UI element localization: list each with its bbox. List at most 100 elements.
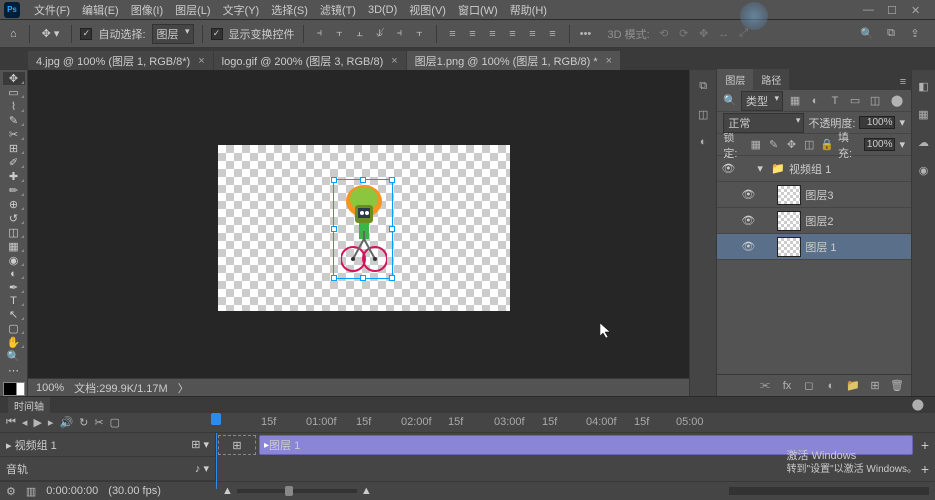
path-select-tool[interactable]: ↖ <box>3 308 25 321</box>
filter-shape-icon[interactable]: ▭ <box>847 93 863 109</box>
loop-icon[interactable]: ↻ <box>79 416 88 429</box>
visibility-icon[interactable]: 👁 <box>721 162 735 175</box>
brush-tool[interactable]: ✏ <box>3 184 25 197</box>
layer-name[interactable]: 图层2 <box>805 213 833 229</box>
close-icon[interactable]: ✕ <box>911 4 923 16</box>
stamp-tool[interactable]: ⊕ <box>3 198 25 211</box>
prev-frame-icon[interactable]: ◂ <box>22 416 28 429</box>
color-panel-icon[interactable]: ◧ <box>914 76 934 96</box>
visibility-icon[interactable]: 👁 <box>741 214 755 227</box>
lock-all-icon[interactable]: 🔒 <box>820 137 834 153</box>
canvas-area[interactable]: 100% 文档:299.9K/1.17M 〉 <box>28 70 689 396</box>
layer-row[interactable]: 👁 图层2 <box>717 208 911 234</box>
timeline-ruler[interactable]: 15f 01:00f 15f 02:00f 15f 03:00f 15f 04:… <box>216 413 935 433</box>
layer-row[interactable]: 👁 图层3 <box>717 182 911 208</box>
filter-toggle-icon[interactable]: ⬤ <box>889 93 905 109</box>
new-layer-icon[interactable]: ⊞ <box>867 378 883 394</box>
track-film-icon[interactable]: ⊞ <box>191 439 200 451</box>
frame-tool[interactable]: ⊞ <box>3 142 25 155</box>
quick-select-tool[interactable]: ✎ <box>3 114 25 127</box>
fill-arrow-icon[interactable]: ▾ <box>899 138 905 151</box>
menu-view[interactable]: 视图(V) <box>403 0 452 20</box>
track-expand-icon[interactable]: ▸ <box>6 440 12 452</box>
timeline-toggle-icon[interactable]: ⬤ <box>911 397 927 413</box>
menu-file[interactable]: 文件(F) <box>28 0 76 20</box>
zoom-slider[interactable] <box>237 489 357 493</box>
close-tab-icon[interactable]: × <box>606 55 612 67</box>
goto-first-icon[interactable]: ⏮ <box>6 416 16 429</box>
align-bottom-icon[interactable]: ⫟ <box>412 26 428 42</box>
handle-mr[interactable] <box>389 226 395 232</box>
share-icon[interactable]: ⇪ <box>907 26 923 42</box>
paths-tab[interactable]: 路径 <box>753 69 789 90</box>
handle-tr[interactable] <box>389 177 395 183</box>
healing-tool[interactable]: ✚ <box>3 170 25 183</box>
doc-tab-1[interactable]: 4.jpg @ 100% (图层 1, RGB/8*)× <box>28 51 213 70</box>
menu-3d[interactable]: 3D(D) <box>362 2 403 18</box>
timeline-tab[interactable]: 时间轴 <box>8 397 50 414</box>
search-icon[interactable]: 🔍 <box>859 26 875 42</box>
align-top-icon[interactable]: ⫝̸ <box>372 26 388 42</box>
new-adjustment-icon[interactable]: ◐ <box>823 378 839 394</box>
eraser-tool[interactable]: ◫ <box>3 226 25 239</box>
filter-kind-icon[interactable]: 🔍 <box>723 94 737 107</box>
zoom-out-icon[interactable]: ▲ <box>222 485 233 497</box>
shape-tool[interactable]: ▢ <box>3 322 25 335</box>
split-icon[interactable]: ✂ <box>94 416 103 429</box>
doc-tab-2[interactable]: logo.gif @ 200% (图层 3, RGB/8)× <box>214 51 406 70</box>
new-group-icon[interactable]: 📁 <box>845 378 861 394</box>
handle-bm[interactable] <box>360 275 366 281</box>
history-brush-tool[interactable]: ↺ <box>3 212 25 225</box>
lasso-tool[interactable]: ⌇ <box>3 100 25 113</box>
add-media-icon[interactable]: + <box>919 437 931 453</box>
show-transform-checkbox[interactable] <box>211 28 223 40</box>
history-panel-icon[interactable]: ⧉ <box>693 76 713 96</box>
filter-adjust-icon[interactable]: ◐ <box>807 93 823 109</box>
handle-br[interactable] <box>389 275 395 281</box>
handle-bl[interactable] <box>331 275 337 281</box>
gradient-tool[interactable]: ▦ <box>3 240 25 253</box>
swatches-panel-icon[interactable]: ▦ <box>914 104 934 124</box>
doc-tab-3[interactable]: 图层1.png @ 100% (图层 1, RGB/8) *× <box>407 51 620 70</box>
autoselect-target[interactable]: 图层 <box>152 24 194 44</box>
add-audio-icon[interactable]: + <box>919 461 931 477</box>
zoom-level[interactable]: 100% <box>36 382 64 394</box>
lock-pixels-icon[interactable]: ✎ <box>767 137 781 153</box>
menu-layer[interactable]: 图层(L) <box>169 0 216 20</box>
layer-filter-kind[interactable]: 类型 <box>741 91 783 111</box>
menu-filter[interactable]: 滤镜(T) <box>314 0 362 20</box>
edit-toolbar[interactable]: ⋯ <box>3 364 25 377</box>
marquee-tool[interactable]: ▭ <box>3 86 25 99</box>
transition-icon[interactable]: ▢ <box>110 416 120 429</box>
align-left-icon[interactable]: ⫞ <box>312 26 328 42</box>
delete-layer-icon[interactable]: 🗑 <box>889 378 905 394</box>
menu-edit[interactable]: 编辑(E) <box>76 0 125 20</box>
align-right-icon[interactable]: ⫠ <box>352 26 368 42</box>
add-mask-icon[interactable]: ◻ <box>801 378 817 394</box>
opacity-input[interactable]: 100% <box>859 116 895 129</box>
dist-v1-icon[interactable]: ≡ <box>505 26 521 42</box>
layer-name[interactable]: 图层 1 <box>805 239 836 255</box>
learn-panel-icon[interactable]: ◉ <box>914 160 934 180</box>
dodge-tool[interactable]: ◐ <box>3 268 25 280</box>
color-swatches[interactable] <box>3 382 25 396</box>
layer-thumb[interactable] <box>777 185 801 205</box>
move-tool[interactable]: ✥ <box>3 72 25 85</box>
zoom-in-icon[interactable]: ▲ <box>361 485 372 497</box>
menu-image[interactable]: 图像(I) <box>125 0 169 20</box>
layer-thumb[interactable] <box>777 211 801 231</box>
recent-icon[interactable]: ⧉ <box>883 26 899 42</box>
eyedropper-tool[interactable]: ✐ <box>3 156 25 169</box>
lock-artboard-icon[interactable]: ◫ <box>802 137 816 153</box>
blend-mode[interactable]: 正常 <box>723 113 804 133</box>
drop-zone[interactable]: ⊞ <box>218 435 256 455</box>
layer-name[interactable]: 视频组 1 <box>789 161 831 177</box>
transform-bounds[interactable] <box>333 179 393 279</box>
layers-tab[interactable]: 图层 <box>717 69 753 90</box>
expand-icon[interactable]: ▾ <box>757 162 767 175</box>
close-tab-icon[interactable]: × <box>198 55 204 67</box>
visibility-icon[interactable]: 👁 <box>741 188 755 201</box>
menu-select[interactable]: 选择(S) <box>265 0 314 20</box>
menu-window[interactable]: 窗口(W) <box>452 0 504 20</box>
playhead[interactable] <box>211 413 221 425</box>
